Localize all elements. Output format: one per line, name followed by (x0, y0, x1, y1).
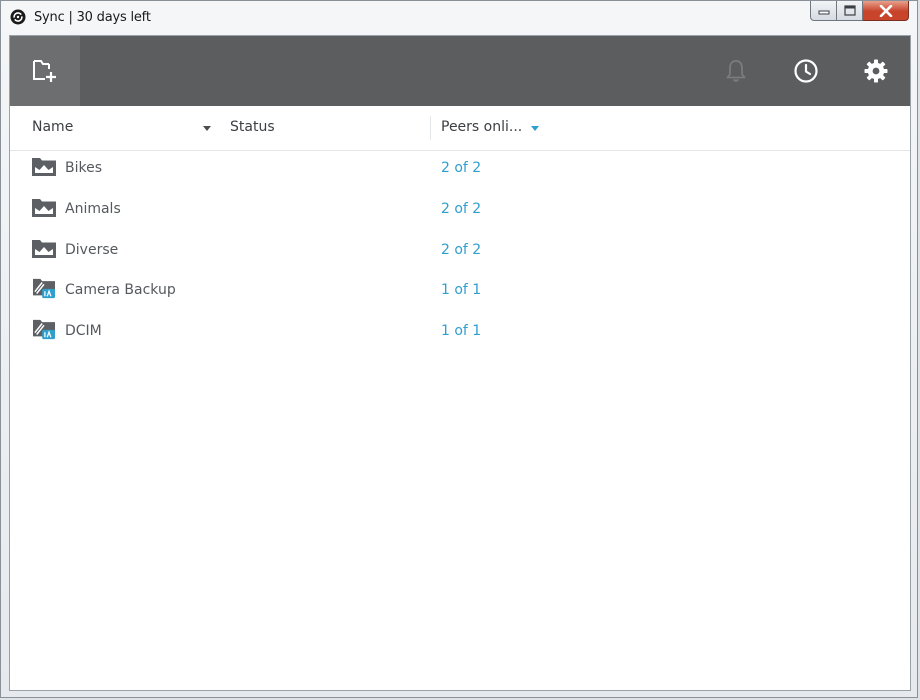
camera-backup-icon (33, 320, 55, 340)
peers-online: 2 of 2 (441, 200, 482, 217)
window-controls (810, 1, 909, 23)
peers-online: 1 of 1 (441, 323, 482, 340)
folder-name: Camera Backup (65, 282, 176, 299)
table-row[interactable]: Camera Backup 1 of 1 (10, 272, 910, 313)
add-folder-icon (33, 60, 56, 82)
window-title: Sync | 30 days left (34, 10, 151, 25)
table-header: Name Status Peers onli... (10, 106, 910, 151)
folder-list: Bikes 2 of 2 Animals 2 of 2 Diverse 2 of… (10, 150, 910, 354)
app-window: Sync | 30 days left Name Status Peers on… (0, 0, 918, 698)
folder-name: Diverse (65, 241, 119, 258)
table-row[interactable]: Animals 2 of 2 (10, 191, 910, 232)
shared-folder-icon (32, 158, 56, 176)
close-icon (879, 4, 892, 17)
shared-folder-icon (32, 239, 56, 258)
table-row[interactable]: DCIM 1 of 1 (10, 313, 910, 354)
peers-online: 2 of 2 (441, 241, 482, 258)
toolbar (10, 36, 910, 106)
close-button[interactable] (863, 1, 909, 21)
peers-online: 1 of 1 (441, 282, 482, 299)
sync-app-icon (10, 9, 26, 25)
add-folder-button[interactable] (10, 36, 80, 106)
column-header-status[interactable]: Status (230, 119, 275, 135)
table-row[interactable]: Diverse 2 of 2 (10, 232, 910, 273)
maximize-icon (843, 5, 856, 16)
notifications-button[interactable] (719, 54, 753, 88)
shared-folder-icon (32, 198, 56, 217)
bell-icon (726, 60, 746, 82)
peers-online: 2 of 2 (441, 160, 482, 176)
column-divider[interactable] (430, 116, 431, 140)
camera-backup-icon (33, 279, 55, 299)
title-bar[interactable]: Sync | 30 days left (1, 1, 917, 35)
history-button[interactable] (789, 54, 823, 88)
folder-name: DCIM (65, 323, 102, 340)
minimize-button[interactable] (810, 1, 837, 21)
name-sort-dropdown-icon[interactable] (203, 126, 211, 131)
maximize-button[interactable] (837, 1, 863, 21)
clock-icon (794, 59, 818, 83)
gear-icon (864, 59, 888, 83)
folder-name: Animals (65, 200, 121, 217)
folder-name: Bikes (65, 160, 103, 176)
settings-button[interactable] (859, 54, 893, 88)
column-header-name[interactable]: Name (32, 119, 73, 135)
peers-sort-arrow-icon[interactable] (531, 126, 539, 131)
minimize-icon (818, 10, 829, 14)
main-content: Name Status Peers onli... Bikes 2 of 2 A… (9, 35, 911, 691)
column-header-peers[interactable]: Peers onli... (441, 119, 522, 135)
table-row[interactable]: Bikes 2 of 2 (10, 150, 910, 191)
